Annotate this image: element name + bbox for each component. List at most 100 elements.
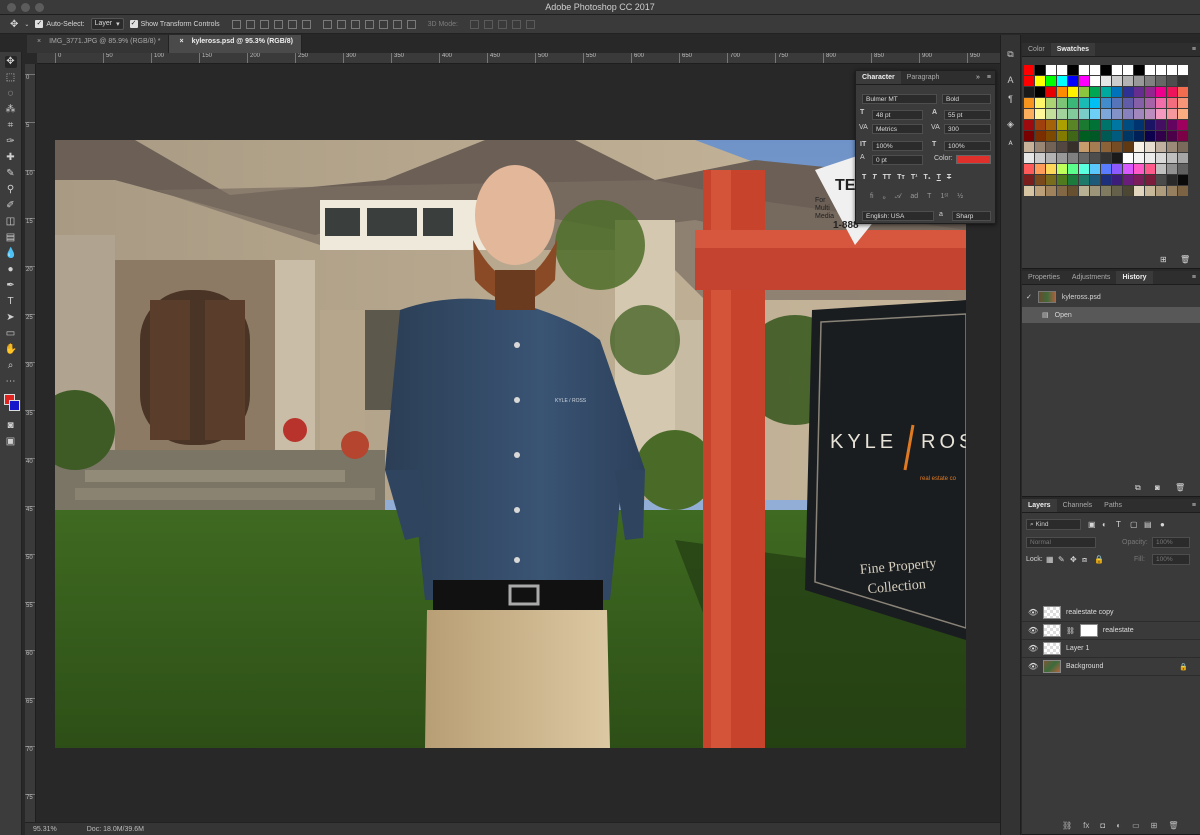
swatch[interactable] (1134, 186, 1144, 196)
screen-mode-icon[interactable]: ▣ (5, 436, 17, 448)
superscript-icon[interactable]: T¹ (911, 174, 918, 181)
tab-kyleross[interactable]: × kyleross.psd @ 95.3% (RGB/8) (169, 35, 302, 53)
history-brush-tool-icon[interactable]: ✐ (5, 200, 17, 212)
swatch[interactable] (1079, 120, 1089, 130)
swatch[interactable] (1068, 131, 1078, 141)
ordinals-icon[interactable]: 1ˢᵗ (940, 193, 948, 201)
swatch[interactable] (1024, 153, 1034, 163)
swatch[interactable] (1145, 164, 1155, 174)
swatch[interactable] (1090, 98, 1100, 108)
swatch[interactable] (1112, 120, 1122, 130)
swatch[interactable] (1090, 87, 1100, 97)
brush-source-icon[interactable]: ✓ (1026, 293, 1032, 301)
swatch[interactable] (1145, 142, 1155, 152)
swatch[interactable] (1101, 175, 1111, 185)
swatch[interactable] (1101, 98, 1111, 108)
swatch[interactable] (1156, 164, 1166, 174)
eye-icon[interactable]: 👁 (1028, 608, 1038, 617)
swatch[interactable] (1046, 186, 1056, 196)
libraries-icon[interactable]: ⧉ (1007, 49, 1013, 60)
swatch[interactable] (1068, 87, 1078, 97)
swatch[interactable] (1178, 109, 1188, 119)
swatch[interactable] (1178, 76, 1188, 86)
lasso-tool-icon[interactable]: ◌ (5, 88, 17, 100)
new-layer-icon[interactable]: ⊞ (1151, 821, 1158, 830)
fractions-icon[interactable]: ½ (957, 193, 963, 201)
swatch[interactable] (1101, 65, 1111, 75)
swatch[interactable] (1057, 65, 1067, 75)
horizontal-scale-field[interactable]: 100% (944, 141, 991, 151)
swatch[interactable] (1145, 98, 1155, 108)
swatch[interactable] (1156, 120, 1166, 130)
swatch[interactable] (1068, 65, 1078, 75)
swatch[interactable] (1123, 87, 1133, 97)
filter-smart-object-icon[interactable]: ▤ (1144, 520, 1152, 529)
distribute-buttons[interactable] (322, 19, 416, 29)
quick-mask-icon[interactable]: ◙ (5, 420, 17, 432)
swatch[interactable] (1167, 76, 1177, 86)
path-selection-tool-icon[interactable]: ➤ (5, 312, 17, 324)
tab-adjustments[interactable]: Adjustments (1066, 271, 1117, 284)
filter-pixel-icon[interactable]: ▣ (1088, 520, 1096, 529)
3d-drag-icon[interactable] (497, 19, 507, 29)
swatch[interactable] (1068, 98, 1078, 108)
background-color-swatch[interactable] (8, 400, 20, 411)
swatch[interactable] (1101, 142, 1111, 152)
distribute-right-icon[interactable] (392, 19, 402, 29)
ligatures-icon[interactable]: fi (870, 193, 874, 201)
align-vcenter-icon[interactable] (245, 19, 255, 29)
kerning-field[interactable]: Metrics (872, 124, 923, 134)
swatch[interactable] (1145, 76, 1155, 86)
swatch[interactable] (1024, 175, 1034, 185)
swatch[interactable] (1123, 109, 1133, 119)
swatch[interactable] (1123, 186, 1133, 196)
swatch[interactable] (1068, 142, 1078, 152)
swatch[interactable] (1035, 131, 1045, 141)
font-size-field[interactable]: 48 pt (872, 110, 923, 120)
swatch[interactable] (1057, 87, 1067, 97)
swatch[interactable] (1090, 109, 1100, 119)
swatch[interactable] (1112, 76, 1122, 86)
swatch[interactable] (1123, 120, 1133, 130)
swatch[interactable] (1178, 87, 1188, 97)
camera-icon[interactable]: ◙ (1155, 483, 1160, 492)
panel-menu-icon[interactable]: ≡ (983, 71, 995, 84)
add-mask-icon[interactable]: ◘ (1100, 821, 1105, 830)
delete-swatch-icon[interactable]: 🗑 (1180, 255, 1190, 264)
swatch[interactable] (1178, 120, 1188, 130)
swatch[interactable] (1167, 87, 1177, 97)
move-tool-preset-icon[interactable]: ✥ (10, 19, 18, 30)
swatch[interactable] (1035, 142, 1045, 152)
distribute-hcenter-icon[interactable] (378, 19, 388, 29)
color-picker[interactable] (2, 394, 20, 412)
tab-swatches[interactable]: Swatches (1050, 43, 1096, 56)
swatch[interactable] (1046, 87, 1056, 97)
swatch[interactable] (1178, 175, 1188, 185)
swatch[interactable] (1112, 142, 1122, 152)
swatch[interactable] (1101, 153, 1111, 163)
swatch[interactable] (1134, 65, 1144, 75)
transform-controls-checkbox[interactable]: ✓ Show Transform Controls (129, 20, 220, 28)
swatch[interactable] (1024, 164, 1034, 174)
type-tool-icon[interactable]: T (5, 296, 17, 308)
swatch[interactable] (1024, 65, 1034, 75)
link-layers-icon[interactable]: ⛓ (1062, 821, 1072, 830)
3d-icon[interactable]: ◈ (1007, 119, 1014, 130)
swatch[interactable] (1134, 87, 1144, 97)
swatch[interactable] (1167, 175, 1177, 185)
swatch[interactable] (1035, 65, 1045, 75)
close-icon[interactable]: × (179, 38, 183, 53)
layer-filter-select[interactable]: ⌕ Kind (1026, 519, 1081, 530)
healing-brush-tool-icon[interactable]: ✚ (5, 152, 17, 164)
swatch[interactable] (1079, 186, 1089, 196)
text-color-swatch[interactable] (956, 155, 991, 164)
swatch[interactable] (1178, 186, 1188, 196)
swatch[interactable] (1112, 109, 1122, 119)
swatch[interactable] (1123, 142, 1133, 152)
swatch[interactable] (1167, 153, 1177, 163)
swatch[interactable] (1145, 87, 1155, 97)
swatch[interactable] (1024, 131, 1034, 141)
swatch[interactable] (1134, 153, 1144, 163)
swatch[interactable] (1079, 131, 1089, 141)
new-document-from-state-icon[interactable]: ⧉ (1135, 483, 1141, 493)
